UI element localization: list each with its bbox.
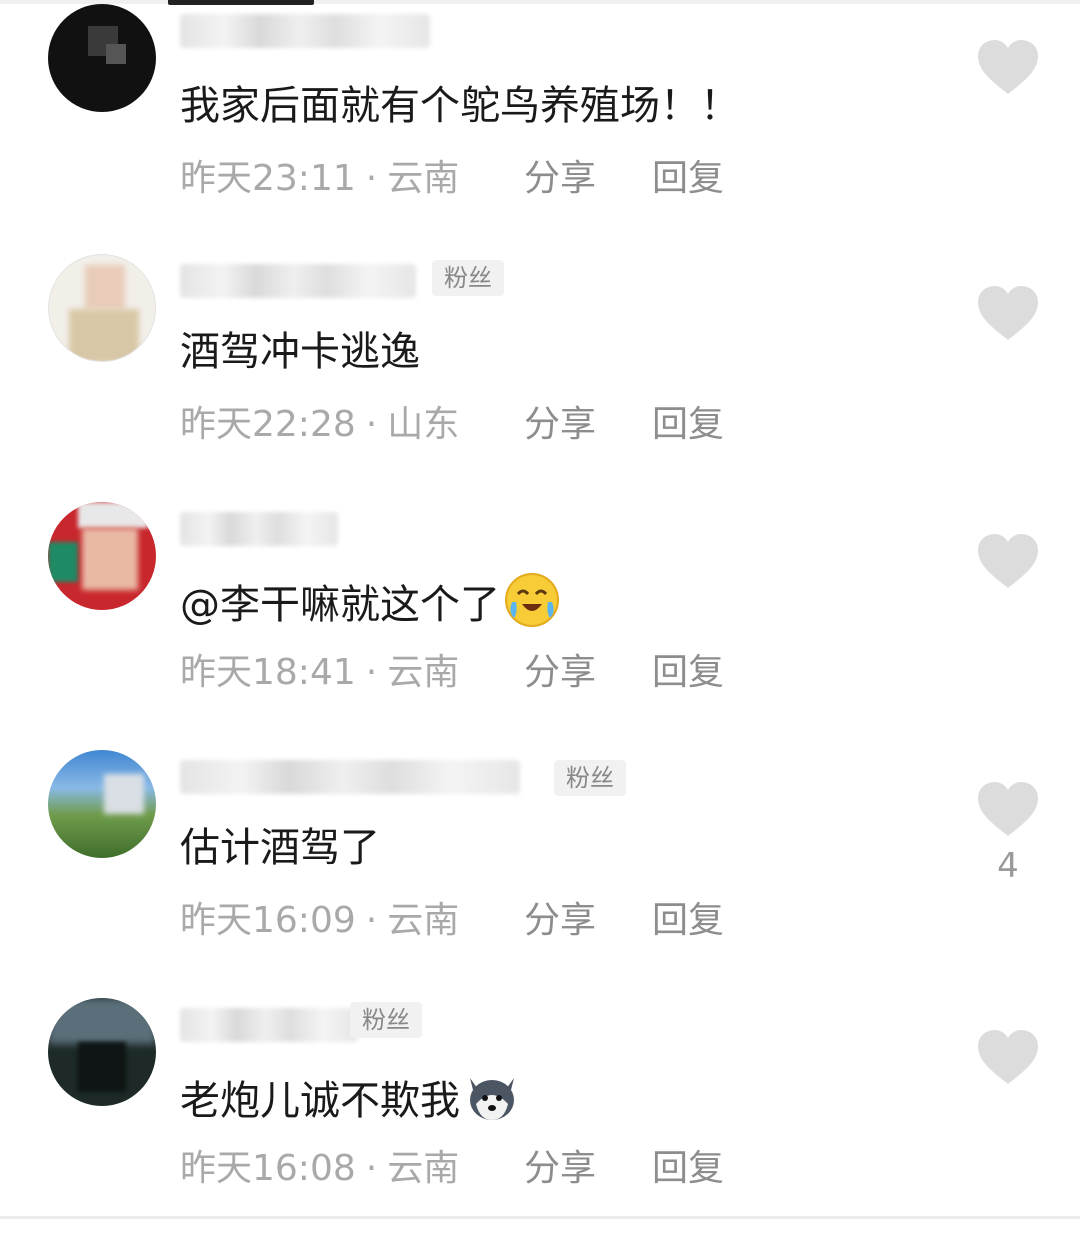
comment-item: 我家后面就有个鸵鸟养殖场！！ 昨天23:11 · 云南 分享 回复 (0, 4, 1080, 256)
comment-meta: 昨天18:41 · 云南 (180, 648, 459, 698)
username-blurred[interactable] (180, 264, 416, 298)
comment-item: 粉丝 酒驾冲卡逃逸 昨天22:28 · 山东 分享 回复 (0, 254, 1080, 502)
heart-icon[interactable] (976, 532, 1040, 592)
comment-location: 云南 (387, 1148, 460, 1189)
username-blurred[interactable] (180, 14, 430, 48)
avatar[interactable] (48, 254, 156, 362)
heart-icon[interactable] (976, 1028, 1040, 1088)
meta-separator: · (365, 158, 378, 199)
like-count: 4 (997, 846, 1019, 886)
comment-item: 粉丝 老炮儿诚不欺我 昨天16:08 · 云南 分享 回复 (0, 998, 1080, 1246)
comment-time: 昨天23:11 (180, 158, 356, 199)
husky-dog-emoji (470, 1078, 514, 1120)
meta-separator: · (365, 404, 378, 445)
reply-button[interactable]: 回复 (652, 154, 724, 204)
comment-item: 粉丝 估计酒驾了 昨天16:09 · 云南 分享 回复 4 (0, 750, 1080, 998)
comment-item: @李干嘛就这个了 昨天18:41 · 云南 分享 回复 (0, 502, 1080, 750)
comment-time: 昨天18:41 (180, 652, 356, 693)
avatar[interactable] (48, 998, 156, 1106)
avatar[interactable] (48, 4, 156, 112)
top-divider (0, 0, 1080, 4)
comment-meta: 昨天16:09 · 云南 (180, 896, 459, 946)
share-button[interactable]: 分享 (524, 896, 596, 946)
comment-meta: 昨天16:08 · 云南 (180, 1144, 459, 1194)
comment-location: 云南 (387, 158, 460, 199)
meta-separator: · (365, 1148, 378, 1189)
fan-badge: 粉丝 (432, 260, 504, 296)
comment-location: 云南 (387, 900, 460, 941)
comment-text: @李干嘛就这个了 (180, 572, 560, 633)
share-button[interactable]: 分享 (524, 648, 596, 698)
heart-icon[interactable] (976, 38, 1040, 98)
comment-time: 昨天16:09 (180, 900, 356, 941)
comment-meta: 昨天22:28 · 山东 (180, 400, 459, 450)
comment-time: 昨天22:28 (180, 404, 356, 445)
avatar[interactable] (48, 502, 156, 610)
username-blurred[interactable] (180, 1008, 358, 1042)
bottom-divider (0, 1216, 1080, 1219)
active-tab-indicator (168, 0, 314, 5)
share-button[interactable]: 分享 (524, 154, 596, 204)
reply-button[interactable]: 回复 (652, 896, 724, 946)
reply-button[interactable]: 回复 (652, 1144, 724, 1194)
comment-meta: 昨天23:11 · 云南 (180, 154, 459, 204)
share-button[interactable]: 分享 (524, 1144, 596, 1194)
meta-separator: · (365, 652, 378, 693)
heart-icon[interactable] (976, 284, 1040, 344)
reply-button[interactable]: 回复 (652, 648, 724, 698)
reply-button[interactable]: 回复 (652, 400, 724, 450)
comment-text: 我家后面就有个鸵鸟养殖场！！ (180, 83, 740, 129)
comment-text: 酒驾冲卡逃逸 (180, 329, 420, 375)
username-blurred[interactable] (180, 760, 520, 794)
fan-badge: 粉丝 (554, 760, 626, 796)
comment-text: 老炮儿诚不欺我 (180, 1068, 520, 1129)
comment-time: 昨天16:08 (180, 1148, 356, 1189)
share-button[interactable]: 分享 (524, 400, 596, 450)
comment-location: 云南 (387, 652, 460, 693)
username-blurred[interactable] (180, 512, 338, 546)
avatar[interactable] (48, 750, 156, 858)
heart-icon[interactable] (976, 780, 1040, 840)
comment-location: 山东 (387, 404, 460, 445)
comment-text: 估计酒驾了 (180, 825, 380, 871)
fan-badge: 粉丝 (350, 1002, 422, 1038)
meta-separator: · (365, 900, 378, 941)
crying-laughing-emoji (505, 573, 559, 627)
